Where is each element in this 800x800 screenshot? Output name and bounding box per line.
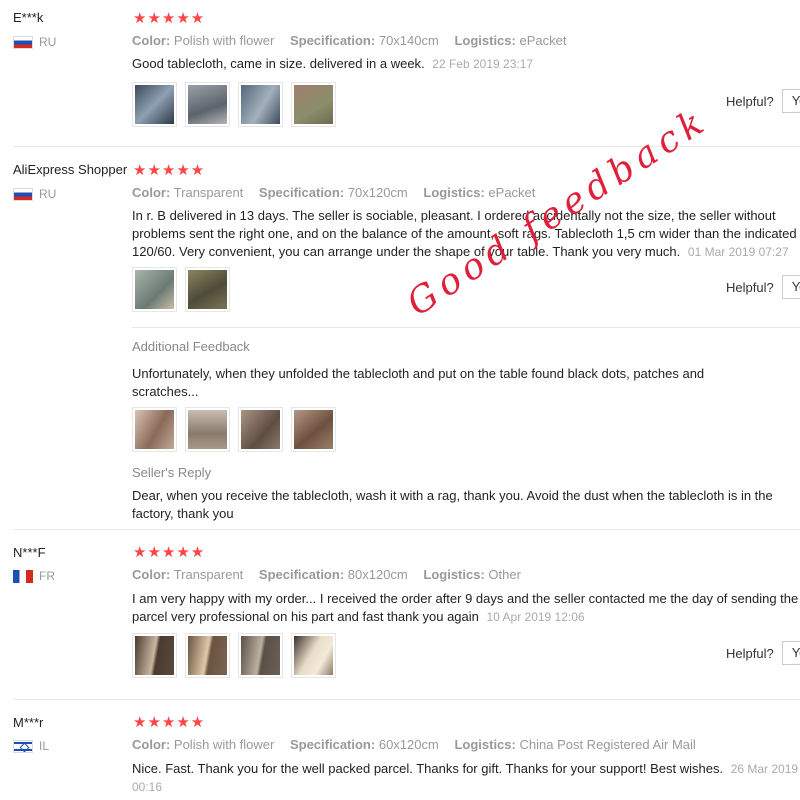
logistics-label: Logistics: (423, 567, 485, 582)
review-body: Nice. Fast. Thank you for the well packe… (132, 761, 724, 776)
additional-feedback-text: Unfortunately, when they unfolded the ta… (132, 366, 705, 399)
logistics-value: ePacket (488, 185, 536, 200)
color-label: Color: (132, 33, 171, 48)
reviewer-country: RU (13, 187, 56, 201)
review-photo[interactable] (238, 82, 283, 127)
review-photo[interactable] (132, 82, 177, 127)
review-images (132, 267, 230, 312)
star-rating: ★★★★★ (133, 544, 206, 561)
review-photo[interactable] (238, 407, 283, 452)
logistics-value: ePacket (519, 33, 567, 48)
color-label: Color: (132, 185, 171, 200)
star-rating: ★★★★★ (133, 714, 206, 731)
helpful-section: Helpful? Yes (726, 641, 800, 665)
review-divider (13, 146, 800, 147)
review-images (132, 633, 336, 678)
review-body: I am very happy with my order... I recei… (132, 591, 799, 624)
reviewer-country: IL (13, 739, 49, 753)
review-photo[interactable] (185, 267, 230, 312)
color-value: Transparent (173, 185, 244, 200)
color-value: Transparent (173, 567, 244, 582)
helpful-label: Helpful? (726, 645, 774, 661)
country-code: IL (39, 739, 50, 753)
review-meta: Color: Polish with flower Specification:… (132, 737, 696, 752)
spec-value: 70x140cm (378, 33, 439, 48)
reviewer-country: RU (13, 35, 56, 49)
helpful-section: Helpful? Yes (726, 275, 800, 299)
review-date: 01 Mar 2019 07:27 (687, 245, 789, 259)
review-images (132, 82, 336, 127)
logistics-label: Logistics: (454, 737, 516, 752)
review-photo[interactable] (291, 633, 336, 678)
spec-label: Specification: (258, 185, 345, 200)
spec-value: 80x120cm (347, 567, 408, 582)
helpful-yes-button[interactable]: Yes (781, 89, 800, 113)
country-code: RU (39, 187, 57, 201)
russia-flag-icon (13, 35, 33, 49)
reviewer-name: E***k (13, 10, 44, 25)
review-meta: Color: Transparent Specification: 80x120… (132, 567, 521, 582)
additional-feedback-label: Additional Feedback (132, 339, 250, 354)
helpful-label: Helpful? (726, 279, 774, 295)
review-divider (13, 529, 800, 530)
helpful-label: Helpful? (726, 93, 774, 109)
review-photo[interactable] (291, 407, 336, 452)
france-flag-icon (13, 569, 33, 583)
spec-value: 70x120cm (347, 185, 408, 200)
helpful-section: Helpful? Yes (726, 89, 800, 113)
review-body: Good tablecloth, came in size. delivered… (132, 56, 425, 71)
review-photo[interactable] (238, 633, 283, 678)
russia-flag-icon (13, 187, 33, 201)
review-divider (13, 699, 800, 700)
reviewer-name: M***r (13, 715, 44, 730)
color-value: Polish with flower (173, 33, 275, 48)
review-photo[interactable] (291, 82, 336, 127)
israel-flag-icon (13, 739, 33, 753)
review-photo[interactable] (132, 633, 177, 678)
country-code: RU (39, 35, 57, 49)
logistics-label: Logistics: (423, 185, 485, 200)
star-rating: ★★★★★ (133, 162, 206, 179)
logistics-value: Other (488, 567, 521, 582)
review-photo[interactable] (132, 267, 177, 312)
review-photo[interactable] (185, 82, 230, 127)
logistics-value: China Post Registered Air Mail (519, 737, 696, 752)
additional-images (132, 407, 336, 452)
review-date: 22 Feb 2019 23:17 (432, 57, 534, 71)
review-meta: Color: Polish with flower Specification:… (132, 33, 566, 48)
seller-reply-text: Dear, when you receive the tablecloth, w… (132, 488, 773, 521)
reviewer-name: AliExpress Shopper (13, 162, 128, 177)
country-code: FR (39, 569, 55, 583)
color-label: Color: (132, 737, 171, 752)
section-divider (132, 327, 800, 328)
color-label: Color: (132, 567, 171, 582)
color-value: Polish with flower (173, 737, 275, 752)
logistics-label: Logistics: (454, 33, 516, 48)
review-text: Nice. Fast. Thank you for the well packe… (132, 760, 800, 796)
review-text: In r. B delivered in 13 days. The seller… (132, 207, 800, 261)
helpful-yes-button[interactable]: Yes (781, 641, 800, 665)
review-text: I am very happy with my order... I recei… (132, 590, 800, 626)
reviewer-name: N***F (13, 545, 46, 560)
spec-value: 60x120cm (378, 737, 439, 752)
spec-label: Specification: (289, 737, 376, 752)
review-text: Good tablecloth, came in size. delivered… (132, 55, 792, 73)
review-meta: Color: Transparent Specification: 70x120… (132, 185, 535, 200)
seller-reply-label: Seller's Reply (132, 465, 212, 480)
star-rating: ★★★★★ (133, 10, 206, 27)
reviewer-country: FR (13, 569, 55, 583)
review-photo[interactable] (132, 407, 177, 452)
review-photo[interactable] (185, 407, 230, 452)
review-photo[interactable] (185, 633, 230, 678)
spec-label: Specification: (289, 33, 376, 48)
review-date: 10 Apr 2019 12:06 (486, 610, 585, 624)
helpful-yes-button[interactable]: Yes (781, 275, 800, 299)
spec-label: Specification: (258, 567, 345, 582)
